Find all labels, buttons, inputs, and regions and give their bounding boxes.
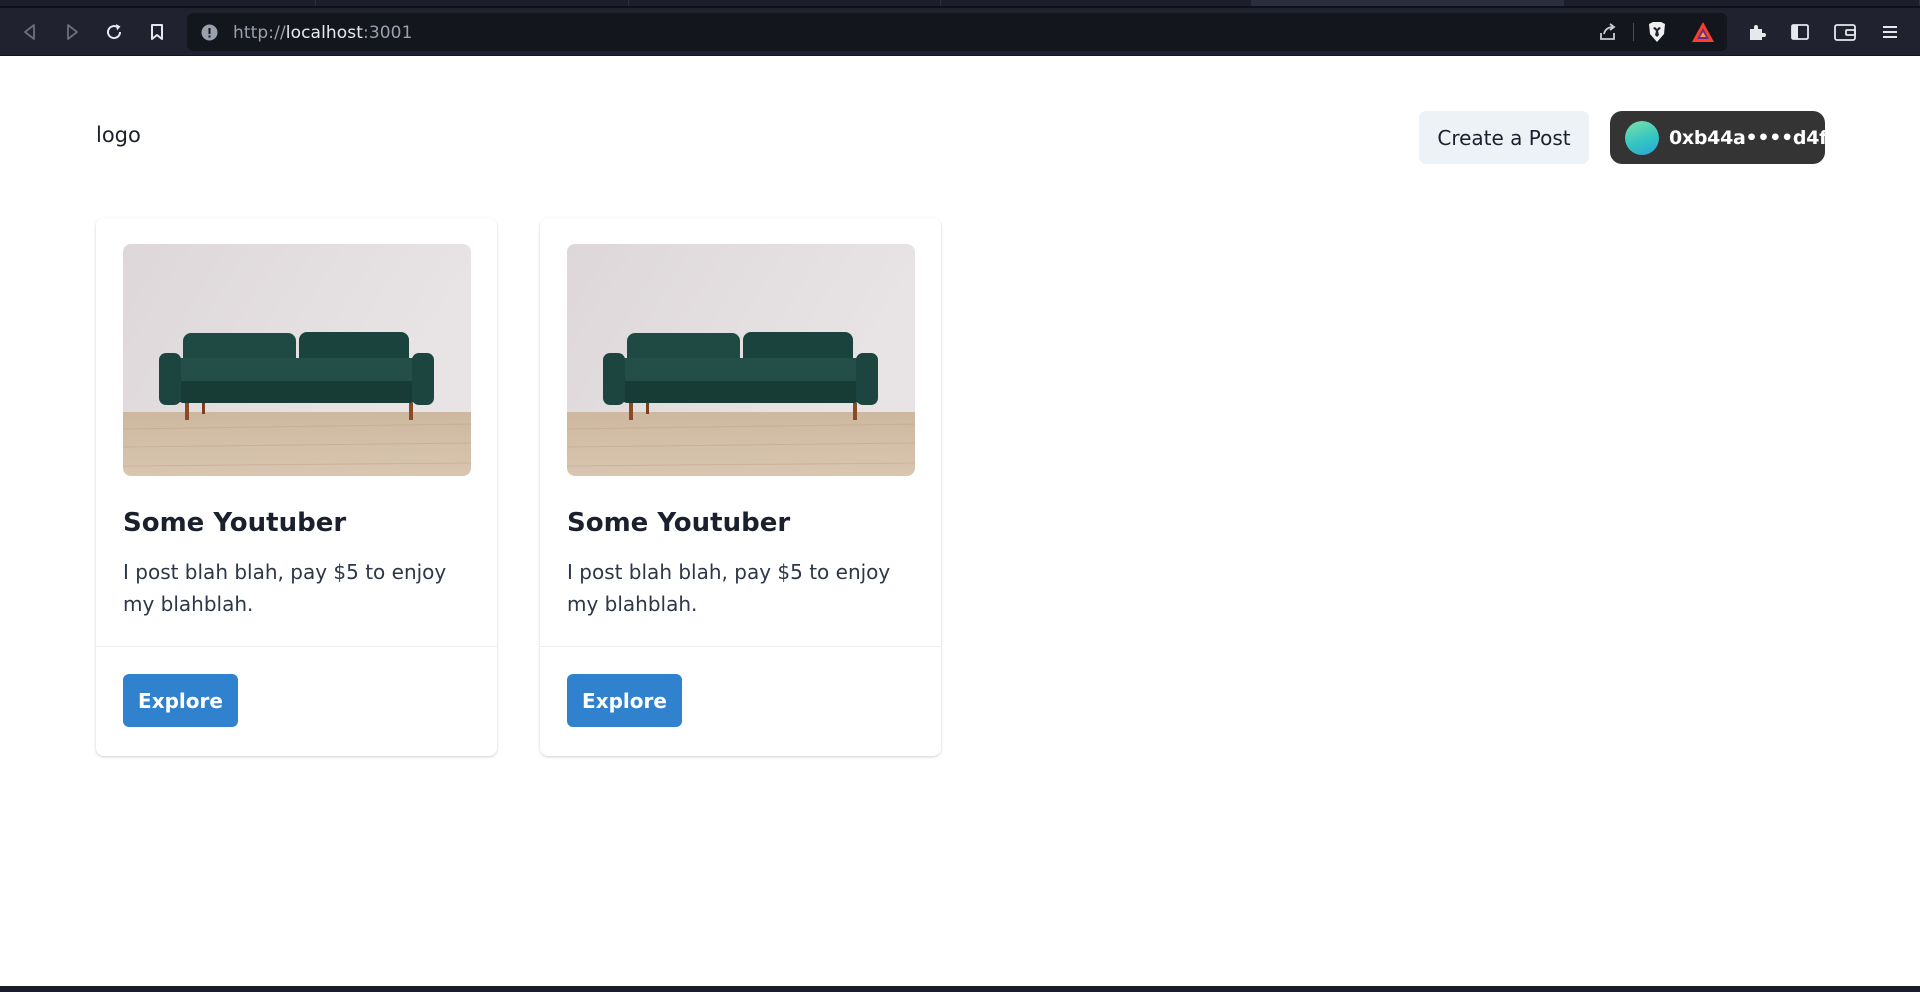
wallet-connect-button[interactable]: 0xb44a••••d4f4 xyxy=(1610,111,1840,164)
url-text: http://localhost:3001 xyxy=(233,23,413,43)
sidebar-icon xyxy=(1791,24,1809,40)
browser-tab[interactable] xyxy=(0,0,316,6)
toolbar-divider xyxy=(1633,23,1634,41)
hamburger-menu-icon xyxy=(1883,26,1897,38)
browser-toolbar: http://localhost:3001 xyxy=(0,8,1920,56)
creator-card: Some Youtuber I post blah blah, pay $5 t… xyxy=(540,218,941,756)
back-icon xyxy=(24,24,35,40)
url-host: localhost xyxy=(285,23,363,43)
brave-rewards-icon[interactable] xyxy=(1691,21,1715,47)
sidebar-button[interactable] xyxy=(1784,16,1816,48)
card-divider xyxy=(96,646,497,647)
logo[interactable]: logo xyxy=(96,123,141,147)
reload-button[interactable] xyxy=(98,16,130,48)
browser-tab-active[interactable] xyxy=(1252,0,1564,6)
wallet-address: 0xb44a••••d4f4 xyxy=(1669,126,1841,149)
page-content: logo Create a Post 0xb44a••••d4f4 Some Y… xyxy=(0,57,1920,986)
browser-tab[interactable] xyxy=(316,0,629,6)
tab-strip xyxy=(0,0,1920,8)
url-port: :3001 xyxy=(363,23,413,43)
explore-button[interactable]: Explore xyxy=(567,674,682,727)
create-post-button[interactable]: Create a Post xyxy=(1419,111,1589,164)
wallet-icon xyxy=(1834,24,1856,41)
card-title: Some Youtuber xyxy=(123,508,347,538)
brave-shields-icon[interactable] xyxy=(1645,20,1669,48)
bookmark-button[interactable] xyxy=(141,16,173,48)
wallet-avatar xyxy=(1625,120,1659,155)
puzzle-icon xyxy=(1750,25,1766,40)
share-icon[interactable] xyxy=(1597,21,1619,47)
explore-button[interactable]: Explore xyxy=(123,674,238,727)
wallet-button[interactable] xyxy=(1829,16,1861,48)
browser-tab[interactable] xyxy=(941,0,1252,6)
forward-icon xyxy=(67,24,78,40)
sofa-image xyxy=(567,244,915,476)
back-button[interactable] xyxy=(14,16,46,48)
url-scheme: http:// xyxy=(233,23,286,43)
card-divider xyxy=(540,646,941,647)
browser-tab[interactable] xyxy=(1564,0,1920,6)
site-info-icon[interactable] xyxy=(201,24,218,45)
card-description: I post blah blah, pay $5 to enjoy my bla… xyxy=(123,560,447,616)
reload-icon xyxy=(107,24,122,40)
bookmark-icon xyxy=(151,24,163,40)
sofa-image xyxy=(123,244,471,476)
forward-button[interactable] xyxy=(56,16,88,48)
browser-tab[interactable] xyxy=(629,0,941,6)
card-title: Some Youtuber xyxy=(567,508,791,538)
menu-button[interactable] xyxy=(1874,16,1906,48)
taskbar-strip xyxy=(0,986,1920,992)
creator-card: Some Youtuber I post blah blah, pay $5 t… xyxy=(96,218,497,756)
card-description: I post blah blah, pay $5 to enjoy my bla… xyxy=(567,560,891,616)
extensions-button[interactable] xyxy=(1741,16,1773,48)
address-bar[interactable]: http://localhost:3001 xyxy=(187,13,1727,51)
